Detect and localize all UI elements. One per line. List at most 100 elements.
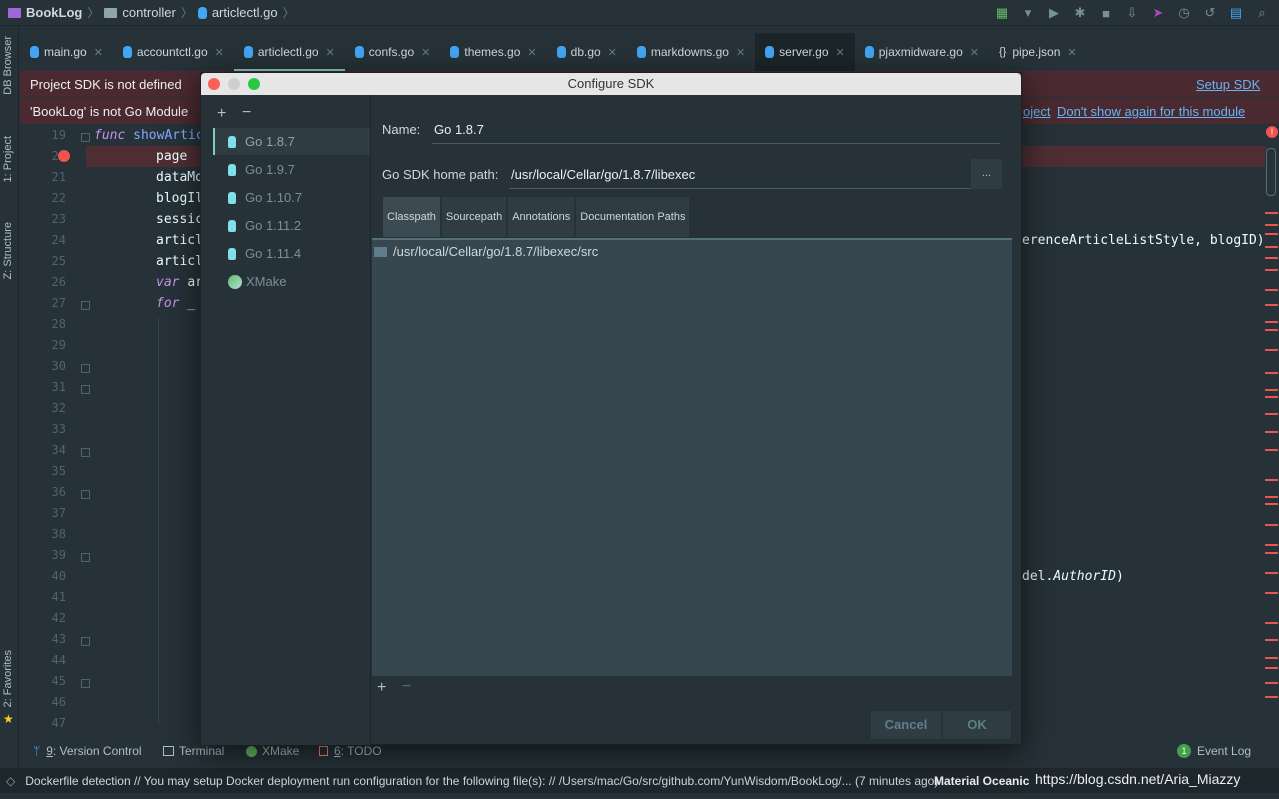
close-icon[interactable]: ✕ <box>421 46 430 59</box>
ok-button[interactable]: OK <box>943 711 1011 739</box>
error-marker[interactable] <box>1265 544 1278 546</box>
error-marker[interactable] <box>1265 667 1278 669</box>
error-marker[interactable] <box>1265 349 1278 351</box>
error-marker[interactable] <box>1265 552 1278 554</box>
debug-icon[interactable]: ✱ <box>1071 4 1089 22</box>
error-indicator-icon[interactable]: ! <box>1266 126 1278 138</box>
tab-db-go[interactable]: db.go ✕ <box>547 33 627 71</box>
event-log-tool-button[interactable]: 1 Event Log <box>1177 744 1251 758</box>
sdk-item-go-1-11-4[interactable]: Go 1.11.4 <box>213 240 370 267</box>
tab-themes-go[interactable]: themes.go ✕ <box>440 33 546 71</box>
vcs-update-icon[interactable]: ⇩ <box>1123 4 1141 22</box>
tab-server-go[interactable]: server.go ✕ <box>755 33 855 71</box>
remove-path-icon[interactable]: − <box>402 678 411 696</box>
sdk-home-path-field[interactable]: /usr/local/Cellar/go/1.8.7/libexec <box>509 167 971 189</box>
error-marker[interactable] <box>1265 639 1278 641</box>
sdk-name-field[interactable]: Go 1.8.7 <box>432 122 1000 144</box>
close-icon[interactable]: ✕ <box>608 46 617 59</box>
error-marker[interactable] <box>1265 431 1278 433</box>
tab-annotations[interactable]: Annotations <box>508 197 575 237</box>
project-structure-icon[interactable]: ▤ <box>1227 4 1245 22</box>
error-marker[interactable] <box>1265 479 1278 481</box>
close-icon[interactable]: ✕ <box>215 46 224 59</box>
sdk-item-go-1-9-7[interactable]: Go 1.9.7 <box>213 156 370 183</box>
version-control-tool-button[interactable]: ᛘ9: Version Control <box>33 744 142 758</box>
tab-documentation-paths[interactable]: Documentation Paths <box>576 197 690 237</box>
error-marker[interactable] <box>1265 233 1278 235</box>
vcs-push-icon[interactable]: ➤ <box>1149 4 1167 22</box>
tab-pipe-json[interactable]: {} pipe.json ✕ <box>989 33 1087 71</box>
close-icon[interactable]: ✕ <box>970 46 979 59</box>
search-icon[interactable]: ⌕ <box>1253 4 1271 22</box>
error-stripe[interactable]: ! <box>1262 126 1279 736</box>
rollback-icon[interactable]: ↺ <box>1201 4 1219 22</box>
history-icon[interactable]: ◷ <box>1175 4 1193 22</box>
error-marker[interactable] <box>1265 524 1278 526</box>
error-marker[interactable] <box>1265 572 1278 574</box>
error-marker[interactable] <box>1265 413 1278 415</box>
favorites-tool-button[interactable]: 2: Favorites <box>2 650 14 707</box>
close-window-icon[interactable] <box>208 78 220 90</box>
error-marker[interactable] <box>1265 496 1278 498</box>
tab-articlectl-go[interactable]: articlectl.go ✕ <box>233 33 345 71</box>
run-icon[interactable]: ▶ <box>1045 4 1063 22</box>
editor-gutter[interactable]: 1920212223242526272829303132333435363738… <box>20 126 90 736</box>
error-marker[interactable] <box>1265 503 1278 505</box>
run-config-dropdown-icon[interactable]: ▾ <box>1019 4 1037 22</box>
error-marker[interactable] <box>1265 269 1278 271</box>
zoom-window-icon[interactable] <box>248 78 260 90</box>
db-browser-tool-button[interactable]: DB Browser <box>2 36 14 95</box>
close-icon[interactable]: ✕ <box>1067 46 1076 59</box>
sdk-item-go-1-10-7[interactable]: Go 1.10.7 <box>213 184 370 211</box>
error-marker[interactable] <box>1265 657 1278 659</box>
status-message[interactable]: Dockerfile detection // You may setup Do… <box>25 774 938 788</box>
breadcrumb-project[interactable]: BookLog <box>26 5 82 20</box>
error-marker[interactable] <box>1265 372 1278 374</box>
tab-sourcepath[interactable]: Sourcepath <box>441 197 507 237</box>
terminal-tool-button[interactable]: Terminal <box>163 744 224 758</box>
error-marker[interactable] <box>1265 289 1278 291</box>
error-marker[interactable] <box>1265 321 1278 323</box>
error-marker[interactable] <box>1265 622 1278 624</box>
stop-icon[interactable]: ■ <box>1097 4 1115 22</box>
cancel-button[interactable]: Cancel <box>871 711 941 739</box>
sdk-item-go-1-11-2[interactable]: Go 1.11.2 <box>213 212 370 239</box>
tab-accountctl-go[interactable]: accountctl.go ✕ <box>113 33 234 71</box>
project-tool-button[interactable]: 1: Project <box>2 136 14 182</box>
error-marker[interactable] <box>1265 212 1278 214</box>
browse-button[interactable]: ... <box>971 159 1002 189</box>
close-icon[interactable]: ✕ <box>736 46 745 59</box>
tab-confs-go[interactable]: confs.go ✕ <box>345 33 441 71</box>
error-marker[interactable] <box>1265 257 1278 259</box>
error-marker[interactable] <box>1265 389 1278 391</box>
error-marker[interactable] <box>1265 696 1278 698</box>
tab-classpath[interactable]: Classpath <box>383 197 440 237</box>
sdk-item-xmake[interactable]: XMake <box>213 268 370 295</box>
sdk-item-go-1-8-7[interactable]: Go 1.8.7 <box>213 128 370 155</box>
error-marker[interactable] <box>1265 396 1278 398</box>
tab-pjaxmidware-go[interactable]: pjaxmidware.go ✕ <box>855 33 989 71</box>
layout-icon[interactable]: ◇ <box>6 774 15 788</box>
classpath-list[interactable]: /usr/local/Cellar/go/1.8.7/libexec/src <box>372 238 1012 676</box>
go-module-link[interactable]: oject <box>1023 104 1050 119</box>
add-sdk-icon[interactable]: + <box>217 105 226 123</box>
add-path-icon[interactable]: + <box>377 679 386 697</box>
structure-tool-button[interactable]: Z: Structure <box>2 222 14 279</box>
tab-markdowns-go[interactable]: markdowns.go ✕ <box>627 33 755 71</box>
close-icon[interactable]: ✕ <box>836 46 845 59</box>
error-marker[interactable] <box>1265 224 1278 226</box>
error-marker[interactable] <box>1265 449 1278 451</box>
setup-sdk-link[interactable]: Setup SDK <box>1196 77 1260 92</box>
theme-indicator[interactable]: Material Oceanic <box>934 774 1029 788</box>
classpath-item[interactable]: /usr/local/Cellar/go/1.8.7/libexec/src <box>374 244 598 259</box>
breadcrumb-folder[interactable]: controller <box>122 5 175 20</box>
breadcrumb-file[interactable]: articlectl.go <box>212 5 278 20</box>
dont-show-again-link[interactable]: Don't show again for this module <box>1057 104 1245 119</box>
close-icon[interactable]: ✕ <box>326 46 335 59</box>
error-marker[interactable] <box>1265 329 1278 331</box>
tab-main-go[interactable]: main.go ✕ <box>20 33 113 71</box>
error-marker[interactable] <box>1265 246 1278 248</box>
error-marker[interactable] <box>1265 304 1278 306</box>
close-icon[interactable]: ✕ <box>527 46 536 59</box>
error-marker[interactable] <box>1265 592 1278 594</box>
